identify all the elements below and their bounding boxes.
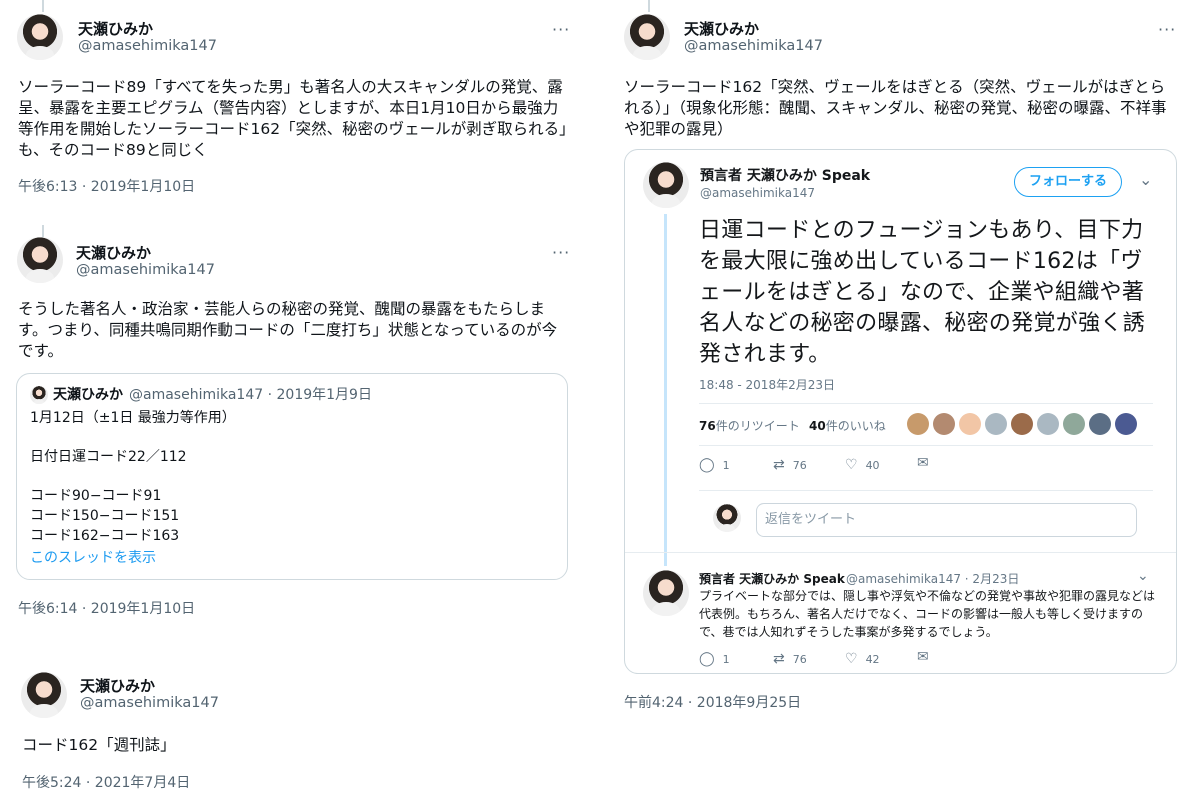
tweet-text: コード162「週刊誌」	[22, 736, 176, 754]
retweet-icon: ⇄	[773, 651, 785, 667]
chevron-down-icon: ⌄	[1137, 568, 1149, 584]
tweet-3: 天瀬ひみか @amasehimika147 コード162「週刊誌」 午後5:24…	[0, 660, 600, 805]
liker-avatar	[933, 413, 955, 435]
heart-icon: ♡	[845, 457, 858, 473]
heart-icon: ♡	[845, 651, 858, 667]
author-name[interactable]: 天瀬ひみか	[80, 675, 155, 696]
liker-avatar	[1011, 413, 1033, 435]
tweet-2: 天瀬ひみか @amasehimika147 ··· そうした著名人・政治家・芸能…	[0, 225, 600, 625]
quoted-line: 1月12日（±1日 最強力等作用）	[30, 410, 236, 426]
reply-meta: @amasehimika147 · 2月23日	[846, 572, 1020, 586]
reply-action: ◯ 1	[699, 457, 730, 473]
message-icon: ✉	[917, 649, 929, 665]
message-icon: ✉	[917, 455, 929, 471]
thread-line	[664, 214, 667, 566]
avatar[interactable]	[624, 14, 670, 60]
liker-avatar	[959, 413, 981, 435]
quoted-line: 日付日運コード22／112	[30, 449, 187, 465]
embed-avatar	[643, 162, 689, 208]
show-thread-link[interactable]: このスレッドを表示	[30, 548, 156, 568]
tweet-text: そうした著名人・政治家・芸能人らの秘密の発覚、醜聞の暴露をもたらします。つまり、…	[18, 300, 558, 360]
embed-tweet-text: 日運コードとのフュージョンもあり、目下力を最大限に強め出しているコード162は「…	[699, 218, 1146, 367]
quoted-tweet-card[interactable]: 天瀬ひみか @amasehimika147 · 2019年1月9日 1月12日（…	[16, 373, 568, 580]
more-options-icon[interactable]: ···	[552, 22, 570, 38]
divider	[699, 403, 1153, 404]
tweet-text: ソーラーコード89「すべてを失った男」も著名人の大スキャンダルの発覚、露呈、暴露…	[18, 78, 567, 159]
quoted-line: コード90−コード91	[30, 488, 162, 504]
tweet-1: 天瀬ひみか @amasehimika147 ··· ソーラーコード89「すべてを…	[0, 0, 600, 205]
quoted-avatar[interactable]	[30, 386, 48, 404]
quoted-meta[interactable]: @amasehimika147 · 2019年1月9日	[129, 385, 372, 405]
embed-author-handle: @amasehimika147	[700, 186, 815, 200]
like-action: ♡ 40	[845, 457, 880, 473]
reply-author-name: 預言者 天瀬ひみか Speak	[699, 572, 845, 586]
retweet-action: ⇄ 76	[773, 457, 807, 473]
tweet-4: 天瀬ひみか @amasehimika147 ··· ソーラーコード162「突然、…	[606, 0, 1200, 720]
reply-action: ◯ 1	[699, 651, 730, 667]
author-handle[interactable]: @amasehimika147	[76, 262, 215, 278]
author-name[interactable]: 天瀬ひみか	[76, 242, 151, 263]
retweet-action: ⇄ 76	[773, 651, 807, 667]
reply-text: プライベートな部分では、隠し事や浮気や不倫などの発覚や事故や犯罪の露見などは代表…	[699, 589, 1156, 639]
author-handle[interactable]: @amasehimika147	[684, 38, 823, 54]
embed-author-name: 預言者 天瀬ひみか Speak	[700, 168, 871, 184]
author-name[interactable]: 天瀬ひみか	[684, 18, 759, 39]
chevron-down-icon: ⌄	[1139, 170, 1153, 189]
retweet-icon: ⇄	[773, 457, 785, 473]
reply-box-avatar	[713, 504, 741, 532]
like-count: 40件のいいね	[809, 419, 886, 433]
quoted-line: コード162−コード163	[30, 528, 180, 544]
liker-avatar	[1063, 413, 1085, 435]
more-options-icon[interactable]: ···	[1158, 22, 1176, 38]
follow-button: フォローする	[1014, 167, 1122, 197]
retweet-count: 76件のリツイート	[699, 419, 800, 433]
quoted-line: コード150−コード151	[30, 508, 180, 524]
liker-avatar	[985, 413, 1007, 435]
liker-avatar	[1089, 413, 1111, 435]
avatar[interactable]	[21, 672, 67, 718]
tweet-text: ソーラーコード162「突然、ヴェールをはぎとる（突然、ヴェールがはぎとられる）」…	[624, 78, 1167, 138]
reply-avatar	[643, 570, 689, 616]
avatar[interactable]	[17, 14, 63, 60]
divider	[699, 490, 1153, 491]
divider	[699, 445, 1153, 446]
tweet-timestamp[interactable]: 午前4:24 · 2018年9月25日	[624, 692, 801, 712]
liker-avatar	[907, 413, 929, 435]
liker-avatar	[1037, 413, 1059, 435]
divider	[625, 552, 1176, 553]
author-name[interactable]: 天瀬ひみか	[78, 18, 153, 39]
liker-avatar	[1115, 413, 1137, 435]
embedded-tweet-image[interactable]: 預言者 天瀬ひみか Speak @amasehimika147 フォローする ⌄…	[624, 149, 1177, 674]
reply-icon: ◯	[699, 651, 715, 667]
embed-timestamp: 18:48 - 2018年2月23日	[699, 378, 835, 392]
avatar[interactable]	[17, 237, 63, 283]
more-options-icon[interactable]: ···	[552, 245, 570, 261]
tweet-timestamp[interactable]: 午後5:24 · 2021年7月4日	[22, 772, 190, 792]
author-handle[interactable]: @amasehimika147	[78, 38, 217, 54]
quoted-author-name[interactable]: 天瀬ひみか	[53, 385, 123, 405]
tweet-timestamp[interactable]: 午後6:14 · 2019年1月10日	[18, 598, 195, 618]
reply-box: 返信をツイート	[756, 503, 1137, 537]
author-handle[interactable]: @amasehimika147	[80, 695, 219, 711]
reply-icon: ◯	[699, 457, 715, 473]
like-action: ♡ 42	[845, 651, 880, 667]
tweet-timestamp[interactable]: 午後6:13 · 2019年1月10日	[18, 176, 195, 196]
